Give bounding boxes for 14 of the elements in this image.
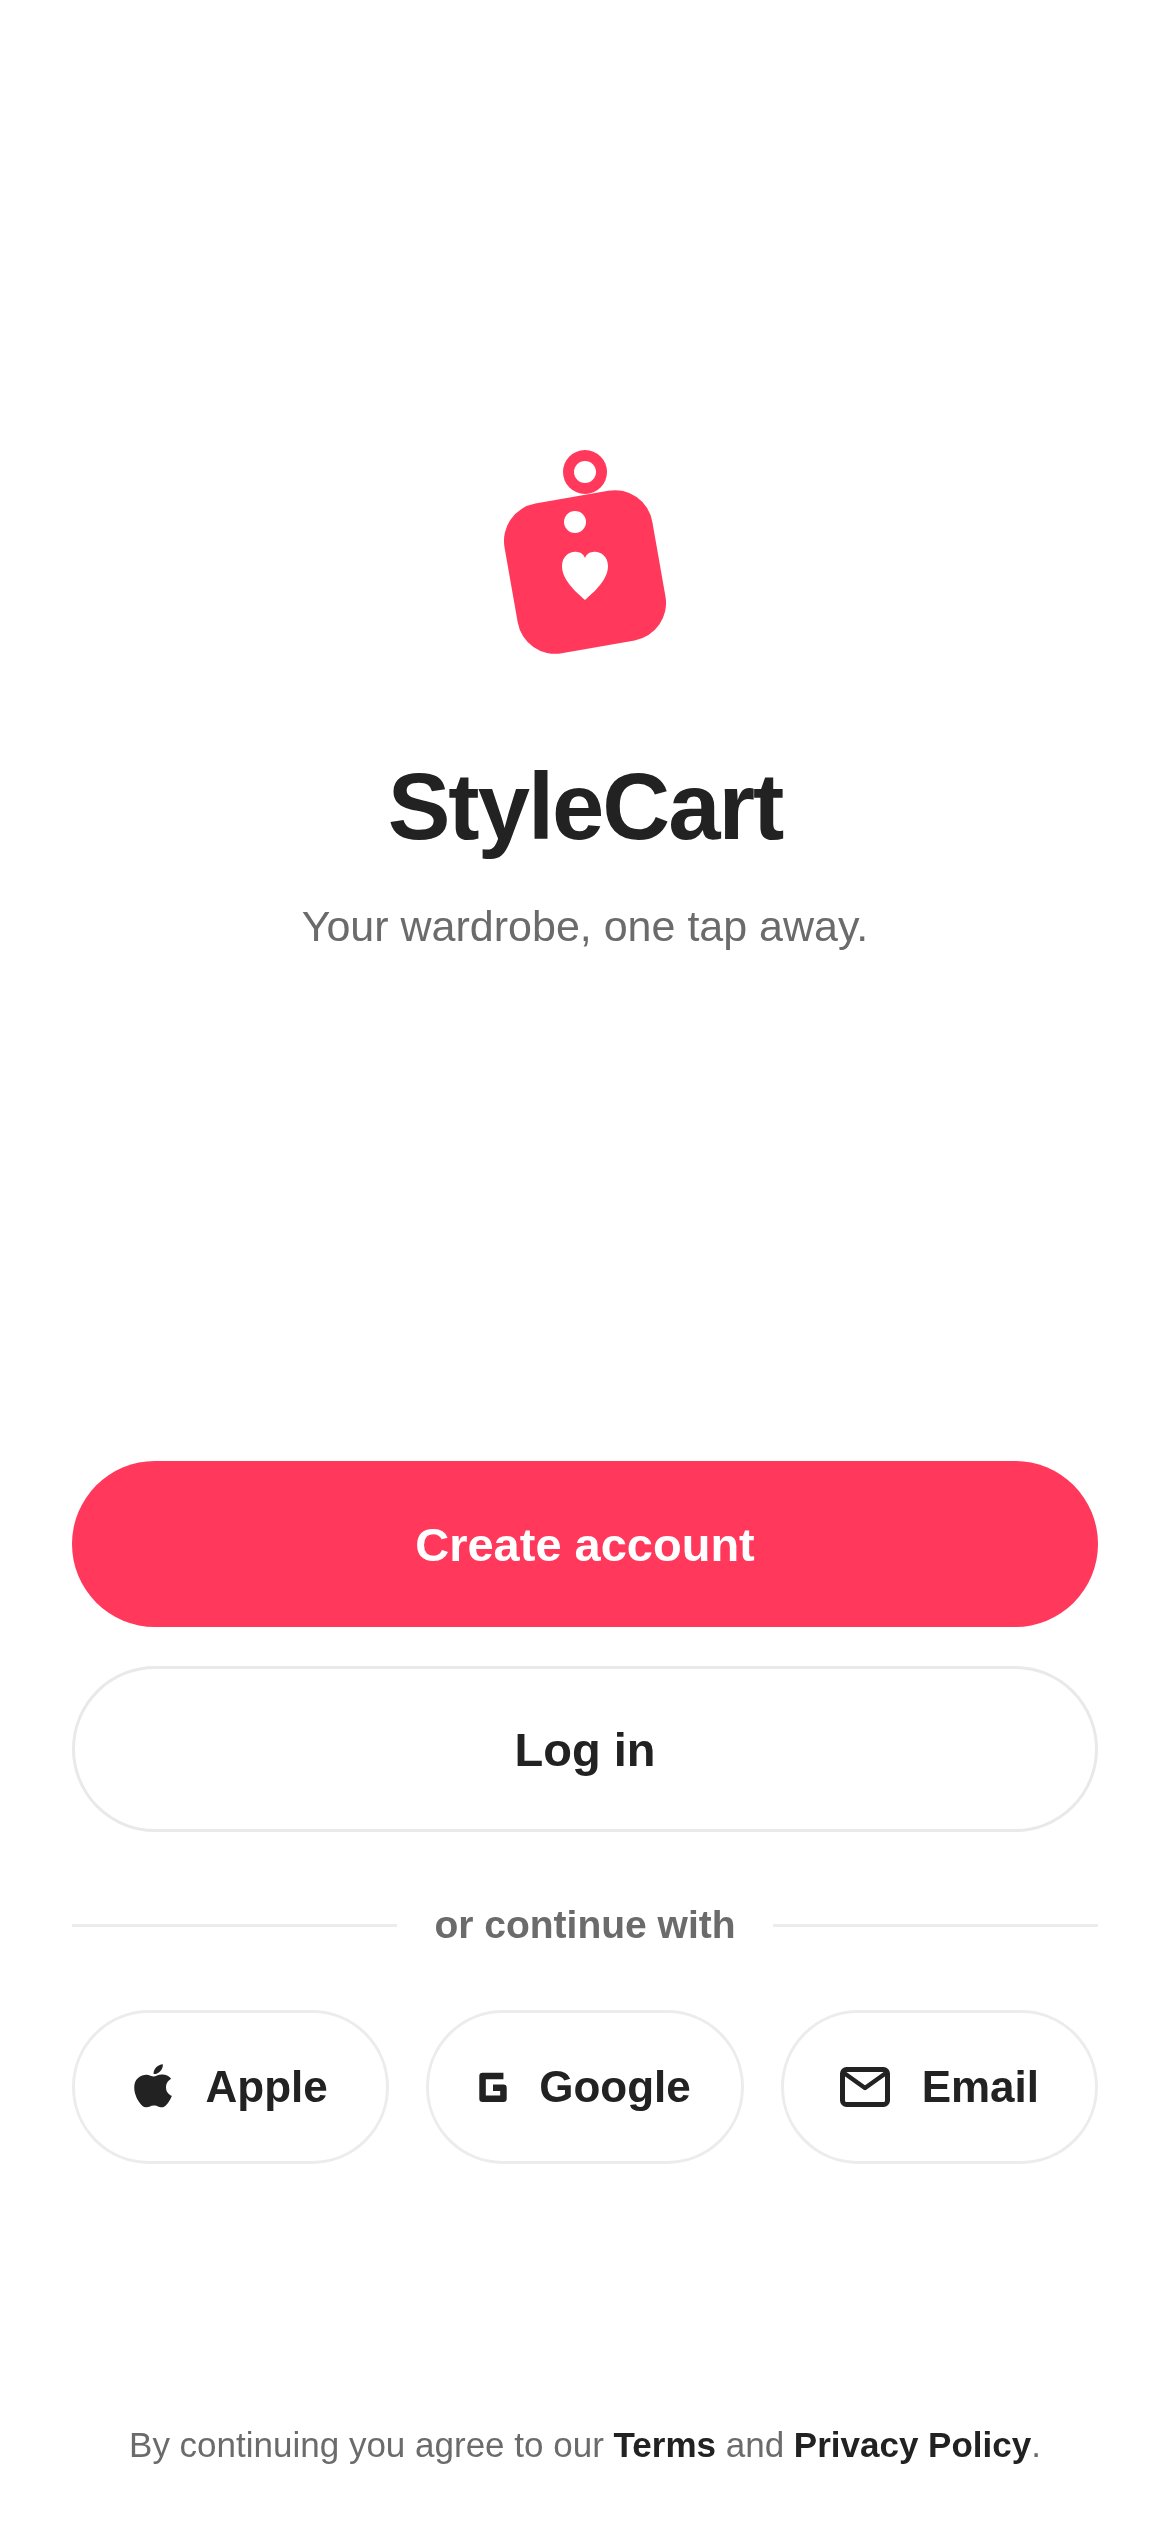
apple-icon: [133, 2064, 174, 2110]
legal-link[interactable]: Privacy Policy: [793, 2425, 1032, 2464]
legal-text: By continuing you agree to our Terms and Privacy Policy.: [129, 2424, 1041, 2466]
divider-label: or continue with: [434, 1902, 736, 1948]
envelope-icon: [839, 2067, 890, 2107]
primary-button[interactable]: Create account: [72, 1461, 1098, 1627]
email-button[interactable]: Email: [780, 2010, 1098, 2164]
legal-link[interactable]: Terms: [613, 2425, 716, 2464]
g-shape-icon: [479, 2072, 508, 2102]
apple-button[interactable]: Apple: [72, 2010, 390, 2164]
outline-button[interactable]: Log in: [72, 1666, 1098, 1832]
google-button[interactable]: Google: [426, 2010, 744, 2164]
app-title: StyleCart: [387, 753, 783, 861]
tagline: Your wardrobe, one tap away.: [301, 901, 869, 952]
